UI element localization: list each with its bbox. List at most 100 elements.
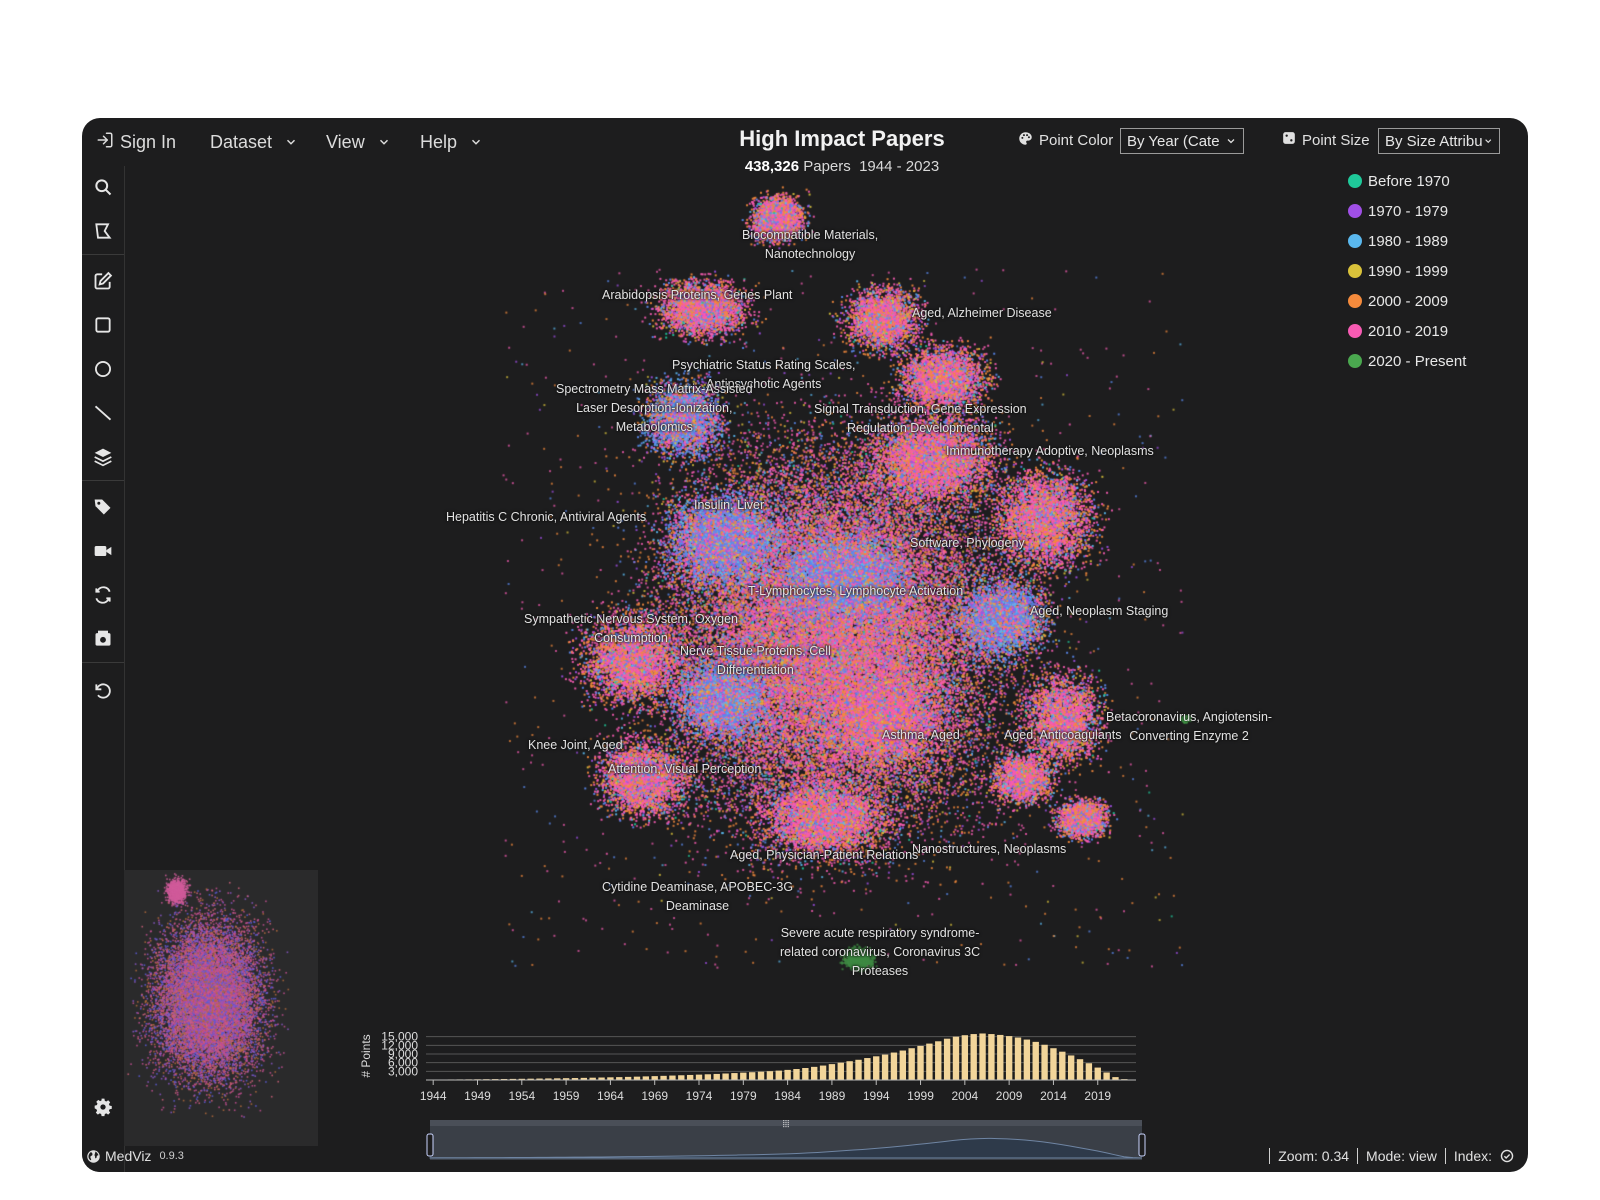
cluster-label[interactable]: Spectrometry Mass Matrix-Assisted Laser D…: [556, 380, 753, 437]
cluster-label[interactable]: T-Lymphocytes, Lymphocyte Activation: [748, 582, 963, 601]
histogram-bar[interactable]: [908, 1048, 915, 1080]
legend-item[interactable]: 2010 - 2019: [1348, 316, 1466, 346]
legend-item[interactable]: 2000 - 2009: [1348, 286, 1466, 316]
video-button[interactable]: [90, 538, 116, 564]
histogram-bar[interactable]: [642, 1076, 650, 1080]
histogram-bar[interactable]: [1041, 1044, 1048, 1080]
cluster-label[interactable]: Cytidine Deaminase, APOBEC-3G Deaminase: [602, 878, 793, 916]
cluster-label[interactable]: Nanostructures, Neoplasms: [912, 840, 1066, 859]
legend-item[interactable]: Before 1970: [1348, 166, 1466, 196]
lasso-select-button[interactable]: [90, 218, 116, 244]
histogram-bar[interactable]: [1076, 1059, 1084, 1080]
tags-button[interactable]: [90, 494, 116, 520]
line-tool-button[interactable]: [90, 400, 116, 426]
cluster-label[interactable]: Hepatitis C Chronic, Antiviral Agents: [446, 508, 646, 527]
histogram-bar[interactable]: [757, 1071, 765, 1080]
histogram-bar[interactable]: [669, 1075, 676, 1080]
point-color-select[interactable]: By Year (Cate: [1120, 128, 1244, 154]
histogram-bar[interactable]: [881, 1054, 889, 1080]
histogram-bar[interactable]: [660, 1075, 667, 1080]
histogram-bar[interactable]: [979, 1033, 986, 1080]
histogram-bar[interactable]: [961, 1035, 969, 1080]
search-tool-button[interactable]: [90, 174, 116, 200]
histogram-bar[interactable]: [793, 1069, 800, 1080]
histogram-bar[interactable]: [713, 1073, 720, 1080]
histogram-bar[interactable]: [926, 1043, 933, 1080]
cluster-label[interactable]: Severe acute respiratory syndrome-relate…: [780, 924, 980, 981]
histogram-bar[interactable]: [686, 1074, 694, 1080]
histogram-bar[interactable]: [704, 1074, 712, 1080]
layers-button[interactable]: [90, 444, 116, 470]
histogram-bar[interactable]: [748, 1072, 756, 1080]
histogram-bar[interactable]: [1023, 1039, 1031, 1080]
histogram-bar[interactable]: [855, 1059, 862, 1080]
circle-tool-button[interactable]: [90, 356, 116, 382]
cluster-label[interactable]: Immunotherapy Adoptive, Neoplasms: [946, 442, 1154, 461]
histogram-bar[interactable]: [1014, 1037, 1022, 1080]
histogram-bar[interactable]: [731, 1073, 738, 1080]
histogram-bar[interactable]: [811, 1066, 818, 1080]
legend-item[interactable]: 2020 - Present: [1348, 346, 1466, 376]
histogram-bar[interactable]: [1067, 1055, 1075, 1080]
histogram-bar[interactable]: [1005, 1036, 1013, 1080]
cluster-label[interactable]: Nerve Tissue Proteins, Cell Differentiati…: [680, 642, 831, 680]
legend-item[interactable]: 1990 - 1999: [1348, 256, 1466, 286]
histogram-bar[interactable]: [740, 1072, 747, 1080]
undo-button[interactable]: [90, 678, 116, 704]
histogram-bar[interactable]: [864, 1058, 871, 1080]
snapshot-button[interactable]: [90, 626, 116, 652]
legend-item[interactable]: 1970 - 1979: [1348, 196, 1466, 226]
histogram-bar[interactable]: [802, 1068, 809, 1080]
histogram-bar[interactable]: [633, 1076, 641, 1080]
histogram-bar[interactable]: [828, 1064, 836, 1080]
rectangle-tool-button[interactable]: [90, 312, 116, 338]
cluster-label[interactable]: Aged, Anticoagulants: [1004, 726, 1121, 745]
legend-item[interactable]: 1980 - 1989: [1348, 226, 1466, 256]
histogram-bar[interactable]: [952, 1036, 960, 1080]
histogram-bar[interactable]: [784, 1069, 791, 1080]
menu-help[interactable]: Help: [420, 130, 483, 154]
histogram-bar[interactable]: [766, 1071, 774, 1080]
cluster-label[interactable]: Aged, Physician-Patient Relations: [730, 846, 918, 865]
histogram-bar[interactable]: [846, 1061, 853, 1080]
cluster-label[interactable]: Software, Phylogeny: [910, 534, 1025, 553]
brush-grip-icon[interactable]: ⦙⦙⦙: [783, 1119, 790, 1130]
histogram-bar[interactable]: [1032, 1041, 1039, 1080]
histogram-bar[interactable]: [1094, 1067, 1101, 1080]
cluster-label[interactable]: Biocompatible Materials, Nanotechnology: [742, 226, 878, 264]
histogram-bar[interactable]: [837, 1062, 844, 1080]
menu-view[interactable]: View: [326, 130, 391, 154]
histogram-bar[interactable]: [1085, 1063, 1093, 1080]
histogram-bar[interactable]: [890, 1052, 898, 1080]
histogram-bar[interactable]: [970, 1034, 977, 1080]
cluster-label[interactable]: Arabidopsis Proteins, Genes Plant: [602, 286, 792, 305]
histogram-bar[interactable]: [775, 1070, 782, 1080]
histogram-bar[interactable]: [1103, 1072, 1110, 1080]
cluster-label[interactable]: Aged, Neoplasm Staging: [1030, 602, 1168, 621]
histogram-bar[interactable]: [678, 1075, 685, 1080]
histogram-bar[interactable]: [988, 1034, 995, 1080]
histogram-bar[interactable]: [899, 1050, 906, 1080]
histogram-bar[interactable]: [695, 1074, 703, 1080]
cluster-label[interactable]: Betacoronavirus, Angiotensin- Converting …: [1106, 708, 1272, 746]
histogram-bar[interactable]: [1059, 1051, 1066, 1080]
settings-button[interactable]: [90, 1094, 116, 1120]
cluster-label[interactable]: Aged, Alzheimer Disease: [912, 304, 1052, 323]
histogram-bar[interactable]: [943, 1038, 951, 1080]
histogram-bar[interactable]: [651, 1076, 658, 1080]
histogram-bar[interactable]: [1050, 1048, 1057, 1080]
annotate-button[interactable]: [90, 268, 116, 294]
histogram-bar[interactable]: [917, 1045, 924, 1080]
histogram-bar[interactable]: [819, 1065, 827, 1080]
histogram-bar[interactable]: [935, 1041, 942, 1080]
cluster-label[interactable]: Signal Transduction, Gene Expression Regu…: [814, 400, 1027, 438]
cluster-label[interactable]: Asthma, Aged: [882, 726, 960, 745]
histogram-bar[interactable]: [997, 1034, 1004, 1080]
minimap[interactable]: [124, 870, 318, 1146]
histogram-bar[interactable]: [722, 1073, 729, 1081]
refresh-button[interactable]: [90, 582, 116, 608]
sign-in-button[interactable]: Sign In: [96, 130, 176, 154]
cluster-label[interactable]: Attention, Visual Perception: [608, 760, 761, 779]
histogram-bar[interactable]: [873, 1056, 880, 1080]
menu-dataset[interactable]: Dataset: [210, 130, 298, 154]
